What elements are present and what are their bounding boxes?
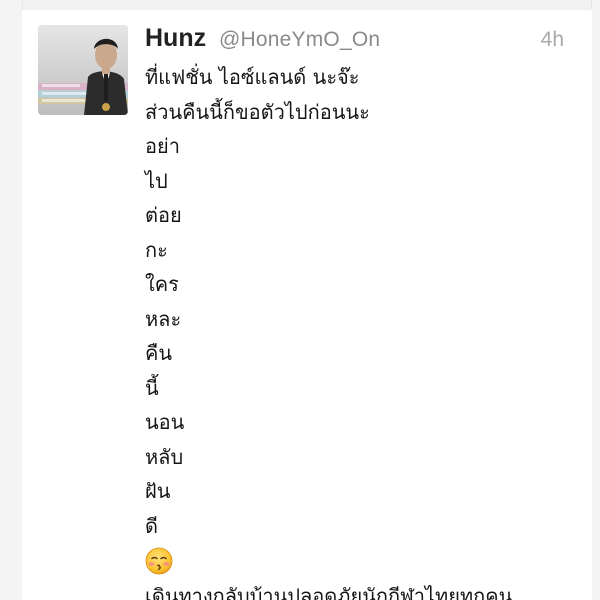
kissing-face-emoji-icon	[145, 547, 173, 575]
tweet-line: ใคร	[145, 272, 179, 296]
tweet-text: ที่แฟชั่น ไอซ์แลนด์ นะจ๊ะ ส่วนคืนนี้ก็ขอ…	[145, 60, 588, 600]
tweet-line: อย่า	[145, 134, 180, 158]
emoji-line	[145, 543, 588, 579]
tweet-line: เดินทางกลับบ้านปลอดภัยนักกีฬาไทยทุกคน	[145, 584, 513, 600]
tweet-line: กะ	[145, 237, 168, 262]
tweet-line: หลับ	[145, 444, 184, 469]
tweet-line: ส่วนคืนนี้ก็ขอตัวไปก่อนนะ	[145, 99, 370, 124]
tweet-timestamp[interactable]: 4h	[541, 28, 564, 52]
left-border	[0, 0, 23, 600]
tweet-header: Hunz @HoneYmO_On 4h	[145, 18, 592, 58]
tweet-card[interactable]: Hunz @HoneYmO_On 4h ที่แฟชั่น ไอซ์แลนด์ …	[22, 10, 592, 600]
tweet-line: ต่อย	[145, 203, 182, 227]
tweet-line: ฝัน	[145, 479, 171, 503]
right-border	[591, 0, 600, 600]
tweet-line: หละ	[145, 306, 182, 331]
user-handle[interactable]: @HoneYmO_On	[219, 28, 380, 52]
tweet-line: ที่แฟชั่น ไอซ์แลนด์ นะจ๊ะ	[145, 65, 360, 89]
tweet-line: นี้	[145, 375, 159, 400]
display-name[interactable]: Hunz	[145, 24, 206, 53]
user-avatar-photo-icon	[38, 25, 128, 115]
tweet-line: คืน	[145, 341, 173, 365]
avatar[interactable]	[38, 25, 128, 115]
tweet-line: ดี	[145, 513, 158, 538]
tweet-line: นอน	[145, 410, 185, 434]
tweet-line: ไป	[145, 168, 168, 193]
